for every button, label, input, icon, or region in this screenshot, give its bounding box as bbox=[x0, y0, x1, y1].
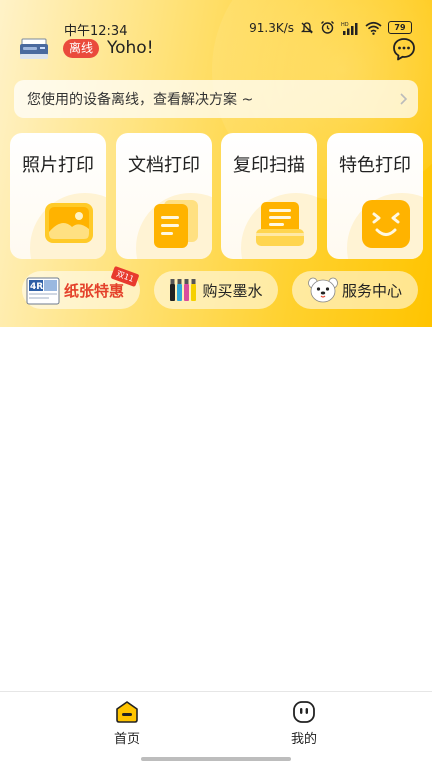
card-label: 复印扫描 bbox=[233, 155, 305, 176]
card-photo-print[interactable]: 照片打印 bbox=[10, 133, 106, 259]
network-speed: 91.3K/s bbox=[249, 20, 294, 35]
offline-notice-bar[interactable]: 您使用的设备离线，查看解决方案 ~ bbox=[14, 80, 418, 118]
status-icons: 91.3K/s HD 79 bbox=[249, 20, 412, 35]
service-center-label: 服务中心 bbox=[341, 281, 402, 300]
svg-text:4R: 4R bbox=[30, 282, 43, 292]
document-icon bbox=[154, 200, 198, 248]
photo-icon bbox=[45, 203, 93, 243]
svg-text:HD: HD bbox=[341, 22, 349, 28]
home-icon bbox=[116, 701, 138, 723]
ink-bottles-icon bbox=[170, 279, 197, 301]
hd-signal-icon: HD bbox=[341, 22, 358, 35]
paper-pack-icon: 4R bbox=[26, 277, 60, 305]
notice-text: 您使用的设备离线，查看解决方案 ~ bbox=[27, 92, 254, 108]
card-special-print[interactable]: 特色打印 bbox=[327, 133, 423, 259]
mascot-icon bbox=[308, 277, 338, 303]
buy-ink-label: 购买墨水 bbox=[202, 281, 263, 300]
nav-label-home: 首页 bbox=[113, 732, 140, 747]
card-label: 特色打印 bbox=[339, 155, 411, 176]
chevron-right-icon bbox=[400, 93, 408, 105]
status-bar: 中午12:34 91.3K/s HD 79 bbox=[0, 18, 432, 40]
card-document-print[interactable]: 文档打印 bbox=[116, 133, 212, 259]
scan-icon bbox=[256, 202, 304, 246]
paper-deal-label: 纸张特惠 bbox=[64, 281, 125, 300]
battery-icon: 79 bbox=[388, 21, 412, 34]
nav-item-home[interactable]: 首页 bbox=[97, 700, 157, 747]
wifi-icon bbox=[365, 21, 382, 35]
nav-item-profile[interactable]: 我的 bbox=[274, 700, 334, 747]
profile-icon bbox=[293, 701, 315, 723]
alarm-icon bbox=[321, 21, 334, 34]
service-center-button[interactable]: 服务中心 bbox=[292, 271, 418, 309]
card-label: 文档打印 bbox=[128, 155, 200, 176]
nav-label-profile: 我的 bbox=[290, 732, 317, 747]
greeting-text: Yoho! bbox=[107, 38, 154, 58]
mute-icon bbox=[300, 21, 314, 33]
offline-badge: 离线 bbox=[63, 39, 100, 58]
buy-ink-button[interactable]: 购买墨水 bbox=[154, 271, 278, 309]
chat-icon[interactable] bbox=[391, 36, 417, 62]
home-indicator bbox=[141, 757, 291, 761]
status-time: 中午12:34 bbox=[64, 24, 128, 39]
card-label: 照片打印 bbox=[22, 155, 94, 176]
card-copy-scan[interactable]: 复印扫描 bbox=[221, 133, 317, 259]
printer-icon[interactable] bbox=[18, 36, 50, 62]
smiley-icon bbox=[362, 200, 410, 248]
